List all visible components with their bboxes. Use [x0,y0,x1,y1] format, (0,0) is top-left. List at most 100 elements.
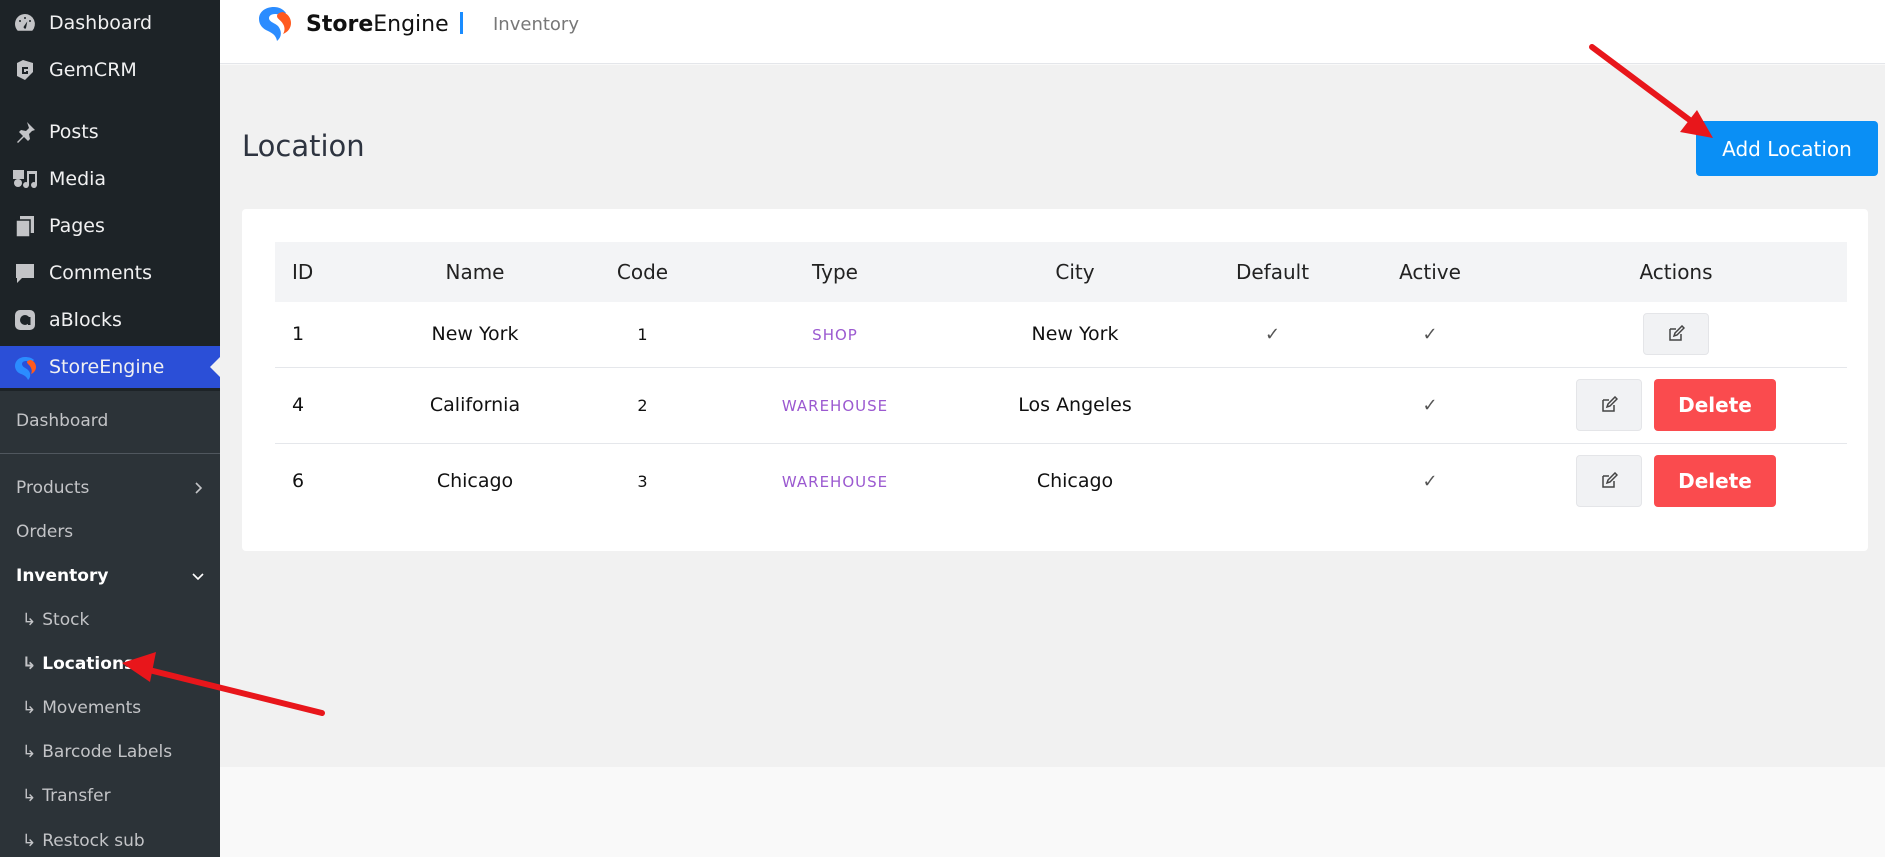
pages-icon [11,212,39,240]
chevron-right-icon [195,482,203,494]
menu-item-dashboard[interactable]: Dashboard [0,2,220,44]
table-header-row: ID Name Code Type City Default Active Ac… [275,242,1847,302]
submenu-label: Barcode Labels [42,742,173,762]
cell-name: New York [375,302,575,368]
cell-id: 6 [292,470,305,493]
column-header-city: City [1055,260,1095,284]
submenu-item-barcode-labels[interactable]: ↳ Barcode Labels [22,737,172,767]
submenu-item-restock[interactable]: ↳ Restock sub [22,826,145,856]
cell-actions: Delete [1505,367,1847,444]
cell-city: Los Angeles [960,367,1190,444]
delete-button[interactable]: Delete [1654,455,1776,508]
type-badge: SHOP [812,326,858,345]
brand-name: StoreEngine [306,12,449,37]
column-header-type: Type [812,260,858,284]
child-arrow: ↳ [22,654,37,674]
locations-card: ID Name Code Type City Default Active Ac… [242,209,1868,551]
default-check-icon: ✓ [1190,302,1355,368]
table-row: 1 New York 1 SHOP New York ✓ ✓ [275,302,1847,368]
submenu-item-movements[interactable]: ↳ Movements [22,693,141,723]
edit-icon [1669,325,1685,341]
brand-logo[interactable]: StoreEngine [254,6,449,42]
cell-code: 3 [637,471,648,491]
submenu-item-orders[interactable]: Orders [16,517,73,547]
ablocks-icon [11,306,39,334]
child-arrow: ↳ [22,742,37,762]
menu-item-media[interactable]: Media [0,158,220,200]
gemcrm-icon [11,56,39,84]
submenu-item-transfer[interactable]: ↳ Transfer [22,781,111,811]
menu-item-posts[interactable]: Posts [0,111,220,153]
submenu-label: Movements [42,698,142,718]
submenu-item-locations[interactable]: ↳ Locations [22,649,134,679]
locations-table: ID Name Code Type City Default Active Ac… [275,242,1847,519]
submenu-item-inventory[interactable]: Inventory [16,561,204,591]
child-arrow: ↳ [22,610,37,630]
cell-code: 1 [575,302,710,368]
cell-code: 2 [575,367,710,444]
submenu-item-products[interactable]: Products [16,473,203,503]
cell-id: 4 [275,367,375,444]
default-check-icon [1190,443,1355,519]
cell-name: California [375,367,575,444]
edit-button[interactable] [1576,455,1642,508]
comment-icon [11,259,39,287]
menu-item-storeengine[interactable]: StoreEngine [0,346,220,388]
submenu-label: Stock [42,610,90,630]
menu-item-gemcrm[interactable]: GemCRM [0,49,220,91]
child-arrow: ↳ [22,698,37,718]
column-header-name: Name [445,260,505,284]
brand-name-rest: Engine [373,11,449,37]
submenu-label: Restock sub [42,831,145,851]
page-title: Location [242,129,365,163]
column-header-code: Code [616,260,669,284]
submenu-item-stock[interactable]: ↳ Stock [22,605,89,635]
cell-actions [1505,302,1847,368]
submenu-label: Transfer [42,786,111,806]
cell-name: Chicago [436,470,514,493]
delete-button[interactable]: Delete [1654,379,1776,431]
cell-city: New York [960,302,1190,368]
cell-city: Chicago [1036,470,1114,493]
edit-icon [1602,396,1618,412]
admin-sidebar: Dashboard GemCRM Posts Media Pages Comme… [0,0,220,857]
menu-label: GemCRM [49,59,137,81]
cell-actions: Delete [1505,443,1847,519]
submenu-label: Products [16,478,90,498]
add-location-button[interactable]: Add Location [1696,121,1878,176]
top-header: StoreEngine Inventory [220,0,1885,64]
cell-id: 1 [275,302,375,368]
menu-label: Media [49,168,107,190]
menu-label: StoreEngine [49,356,165,378]
storeengine-logo-icon [259,7,291,41]
storeengine-icon [11,353,39,381]
menu-label: Dashboard [49,12,153,34]
default-check-icon [1190,367,1355,444]
submenu-label: Orders [16,522,74,542]
edit-icon [1602,472,1618,488]
type-badge: WAREHOUSE [781,473,889,492]
column-header-default: Default [1235,260,1310,284]
table-row: 4 California 2 WAREHOUSE Los Angeles ✓ D… [275,367,1847,444]
menu-item-pages[interactable]: Pages [0,205,220,247]
child-arrow: ↳ [22,831,37,851]
submenu-item-dashboard[interactable]: Dashboard [16,406,108,436]
column-header-id: ID [292,260,314,284]
child-arrow: ↳ [22,786,37,806]
column-header-active: Active [1399,260,1461,284]
dashboard-icon [11,9,39,37]
submenu-divider [0,453,220,454]
menu-item-comments[interactable]: Comments [0,252,220,294]
edit-button[interactable] [1643,313,1709,356]
menu-label: Pages [49,215,105,237]
active-check-icon: ✓ [1422,470,1438,492]
menu-label: Posts [49,121,99,143]
table-row: 6 Chicago 3 WAREHOUSE Chicago ✓ Delete [275,443,1847,519]
edit-button[interactable] [1576,379,1642,431]
active-check-icon: ✓ [1355,367,1505,444]
menu-item-ablocks[interactable]: aBlocks [0,299,220,341]
active-check-icon: ✓ [1355,302,1505,368]
column-header-actions: Actions [1639,260,1713,284]
main-content: Location Add Location ID Name Code Type … [220,65,1885,767]
submenu-label: Locations [42,654,135,674]
